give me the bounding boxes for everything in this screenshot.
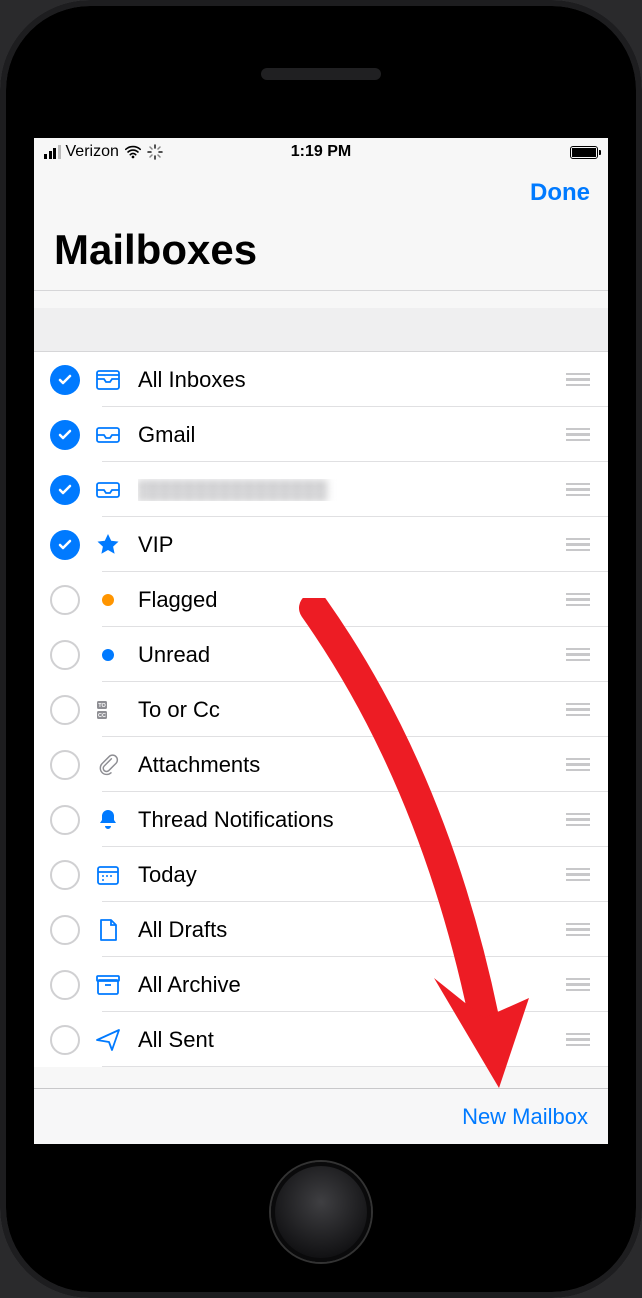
- checkbox[interactable]: [50, 695, 80, 725]
- page-title: Mailboxes: [34, 220, 608, 291]
- all-inboxes-icon: [86, 365, 130, 395]
- mailbox-label-redacted: [138, 479, 566, 501]
- mailbox-label: Today: [138, 862, 566, 888]
- new-mailbox-button[interactable]: New Mailbox: [462, 1104, 588, 1130]
- checkbox[interactable]: [50, 530, 80, 560]
- doc-icon: [86, 915, 130, 945]
- mailbox-list-scroll[interactable]: All Inboxes Gmail VIP Flagged Unread To or Cc…: [34, 308, 608, 1088]
- mailbox-label: All Drafts: [138, 917, 566, 943]
- reorder-handle-icon[interactable]: [566, 483, 590, 497]
- mailbox-label: Flagged: [138, 587, 566, 613]
- wifi-icon: [124, 144, 142, 160]
- dot-icon: [86, 640, 130, 670]
- checkbox[interactable]: [50, 585, 80, 615]
- checkbox[interactable]: [50, 640, 80, 670]
- mailbox-row[interactable]: All Archive: [34, 957, 608, 1012]
- mailbox-label: Unread: [138, 642, 566, 668]
- mailbox-label: VIP: [138, 532, 566, 558]
- checkbox[interactable]: [50, 750, 80, 780]
- reorder-handle-icon[interactable]: [566, 978, 590, 992]
- mailbox-row[interactable]: Unread: [34, 627, 608, 682]
- reorder-handle-icon[interactable]: [566, 868, 590, 882]
- reorder-handle-icon[interactable]: [566, 538, 590, 552]
- mailbox-label: Gmail: [138, 422, 566, 448]
- mailbox-row[interactable]: Today: [34, 847, 608, 902]
- reorder-handle-icon[interactable]: [566, 593, 590, 607]
- mailbox-label: All Archive: [138, 972, 566, 998]
- reorder-handle-icon[interactable]: [566, 813, 590, 827]
- checkbox[interactable]: [50, 970, 80, 1000]
- bell-icon: [86, 805, 130, 835]
- status-bar: Verizon 1:19 PM: [34, 138, 608, 166]
- mailbox-row[interactable]: Flagged: [34, 572, 608, 627]
- send-icon: [86, 1025, 130, 1055]
- reorder-handle-icon[interactable]: [566, 373, 590, 387]
- mailbox-row[interactable]: All Sent: [34, 1012, 608, 1067]
- mailbox-list: All Inboxes Gmail VIP Flagged Unread To or Cc…: [34, 352, 608, 1067]
- battery-icon: [570, 146, 598, 159]
- box-icon: [86, 970, 130, 1000]
- reorder-handle-icon[interactable]: [566, 1033, 590, 1047]
- mailbox-row[interactable]: VIP: [34, 517, 608, 572]
- mailbox-label: Attachments: [138, 752, 566, 778]
- mailbox-label: All Sent: [138, 1027, 566, 1053]
- nav-bar: Done: [34, 166, 608, 220]
- checkbox[interactable]: [50, 915, 80, 945]
- mailbox-label: All Inboxes: [138, 367, 566, 393]
- reorder-handle-icon[interactable]: [566, 758, 590, 772]
- checkbox[interactable]: [50, 365, 80, 395]
- section-gap: [34, 308, 608, 352]
- mailbox-row[interactable]: Gmail: [34, 407, 608, 462]
- checkbox[interactable]: [50, 1025, 80, 1055]
- speaker-grille: [261, 68, 381, 80]
- mailbox-label: To or Cc: [138, 697, 566, 723]
- phone-frame: Verizon 1:19 PM Done Mailboxes All Inbox…: [0, 0, 642, 1298]
- mailbox-row[interactable]: [34, 462, 608, 517]
- loading-spinner-icon: [147, 144, 163, 160]
- done-button[interactable]: Done: [530, 179, 590, 207]
- mailbox-row[interactable]: All Drafts: [34, 902, 608, 957]
- tocc-icon: [86, 695, 130, 725]
- clip-icon: [86, 750, 130, 780]
- checkbox[interactable]: [50, 860, 80, 890]
- reorder-handle-icon[interactable]: [566, 703, 590, 717]
- dot-icon: [86, 585, 130, 615]
- mailbox-row[interactable]: To or Cc: [34, 682, 608, 737]
- mailbox-row[interactable]: All Inboxes: [34, 352, 608, 407]
- toolbar: New Mailbox: [34, 1088, 608, 1144]
- checkbox[interactable]: [50, 475, 80, 505]
- mailbox-row[interactable]: Thread Notifications: [34, 792, 608, 847]
- reorder-handle-icon[interactable]: [566, 923, 590, 937]
- tray-icon: [86, 475, 130, 505]
- star-icon: [86, 530, 130, 560]
- reorder-handle-icon[interactable]: [566, 648, 590, 662]
- tray-icon: [86, 420, 130, 450]
- calendar-icon: [86, 860, 130, 890]
- cell-signal-icon: [44, 145, 61, 159]
- reorder-handle-icon[interactable]: [566, 428, 590, 442]
- checkbox[interactable]: [50, 420, 80, 450]
- mailbox-label: Thread Notifications: [138, 807, 566, 833]
- checkbox[interactable]: [50, 805, 80, 835]
- mailbox-row[interactable]: Attachments: [34, 737, 608, 792]
- screen: Verizon 1:19 PM Done Mailboxes All Inbox…: [34, 138, 608, 1144]
- home-button[interactable]: [271, 1162, 371, 1262]
- carrier-label: Verizon: [66, 143, 119, 161]
